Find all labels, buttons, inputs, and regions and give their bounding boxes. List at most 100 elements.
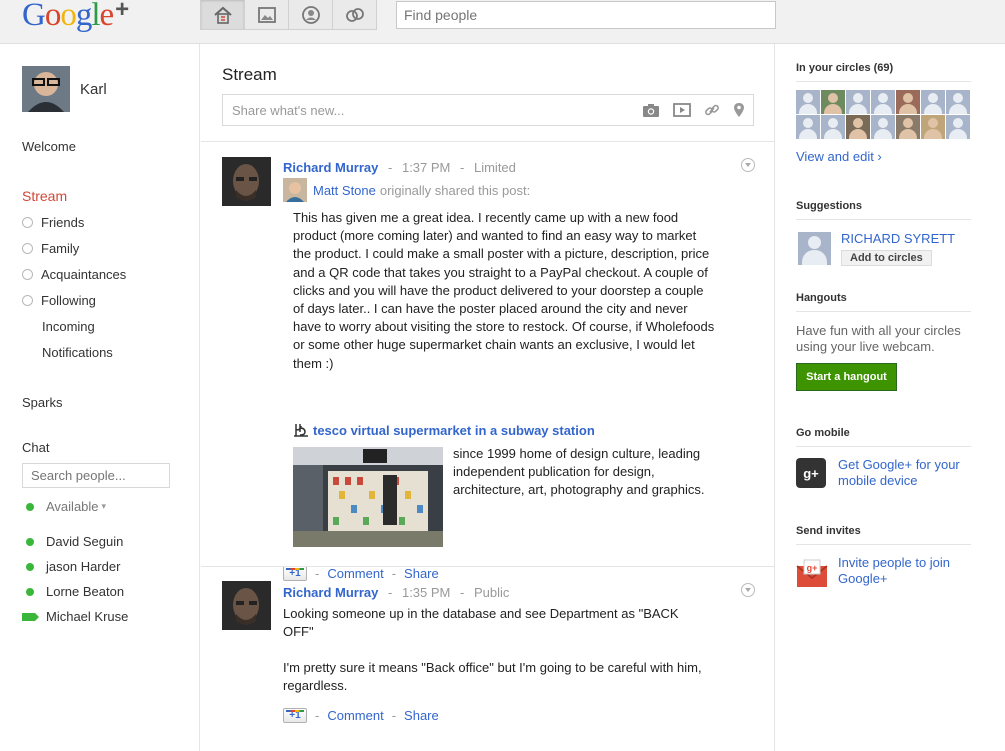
post-author-link[interactable]: Richard Murray [283, 160, 378, 175]
top-bar: Google+ [0, 0, 1005, 44]
post-time[interactable]: 1:37 PM [402, 160, 450, 175]
chat-contact[interactable]: David Seguin [26, 534, 123, 549]
separator: - [460, 160, 465, 175]
google-plus-logo[interactable]: Google+ [22, 0, 129, 33]
circles-icon [345, 7, 364, 22]
avatar[interactable] [796, 90, 820, 114]
circle-icon [22, 243, 33, 254]
chat-status-selector[interactable]: Available ▾ [26, 499, 106, 514]
share-box[interactable]: Share what's new... [222, 94, 754, 126]
start-hangout-button[interactable]: Start a hangout [796, 363, 897, 391]
nav-stream[interactable]: Stream [22, 188, 67, 204]
chat-contact[interactable]: jason Harder [26, 559, 120, 574]
view-edit-circles-link[interactable]: View and edit › [796, 149, 882, 164]
find-people-input[interactable] [396, 1, 776, 29]
share-link[interactable]: Share [404, 708, 439, 723]
status-online-icon [26, 587, 34, 596]
contact-name: jason Harder [46, 559, 121, 574]
invite-envelope-icon[interactable]: g+ [796, 558, 828, 588]
avatar[interactable] [921, 115, 945, 139]
reshare-note: originally shared this post: [379, 182, 531, 198]
nav-welcome[interactable]: Welcome [22, 139, 76, 154]
chat-search-input[interactable] [22, 463, 170, 488]
avatar[interactable] [896, 115, 920, 139]
nav-sparks[interactable]: Sparks [22, 395, 62, 410]
tab-photos[interactable] [244, 0, 289, 30]
avatar[interactable] [846, 115, 870, 139]
avatar[interactable] [896, 90, 920, 114]
divider [796, 219, 971, 220]
stream-column: Stream Share what's new... Richard Murra… [201, 44, 775, 751]
profile-name: Karl [80, 80, 107, 98]
circle-friends[interactable]: Friends [22, 215, 84, 230]
avatar[interactable] [222, 581, 271, 630]
circle-label: Family [41, 241, 80, 256]
avatar[interactable] [946, 90, 970, 114]
shared-link-title[interactable]: tesco virtual supermarket in a subway st… [313, 423, 595, 438]
contact-name: David Seguin [46, 534, 124, 549]
avatar[interactable] [796, 115, 820, 139]
chat-contact[interactable]: Michael Kruse [22, 609, 128, 624]
avatar[interactable] [222, 157, 271, 206]
post-body: Looking someone up in the database and s… [283, 606, 679, 640]
divider [796, 311, 971, 312]
video-icon[interactable] [673, 102, 691, 118]
divider [796, 446, 971, 447]
site-favicon-icon [294, 424, 308, 437]
post-visibility[interactable]: Public [474, 585, 509, 600]
circle-label: Following [41, 293, 96, 308]
page-title: Stream [222, 65, 277, 84]
location-pin-icon[interactable] [733, 102, 745, 118]
chevron-down-icon: ▾ [101, 501, 107, 511]
post-header: Richard Murray - 1:37 PM - Limited [283, 160, 516, 175]
avatar[interactable] [821, 90, 845, 114]
post-actions: +1 - Comment - Share [283, 708, 439, 723]
contact-name: Michael Kruse [46, 609, 129, 624]
avatar[interactable] [946, 115, 970, 139]
suggestion-name-link[interactable]: RICHARD SYRETT [841, 231, 955, 246]
avatar[interactable] [798, 232, 831, 265]
shared-link-thumbnail[interactable] [293, 447, 443, 547]
profile-summary[interactable]: Karl [22, 66, 107, 112]
invites-heading: Send invites [796, 525, 861, 537]
plus-one-label: +1 [289, 710, 301, 721]
invite-people-link[interactable]: Invite people to join Google+ [838, 555, 978, 587]
avatar[interactable] [871, 115, 895, 139]
reshared-author-link[interactable]: Matt Stone [313, 183, 376, 198]
avatar[interactable] [283, 178, 307, 202]
photos-icon [257, 6, 276, 23]
post-author-link[interactable]: Richard Murray [283, 585, 378, 600]
avatar[interactable] [821, 115, 845, 139]
add-to-circles-button[interactable]: Add to circles [841, 250, 932, 266]
profile-icon [301, 5, 320, 24]
chat-contact[interactable]: Lorne Beaton [26, 584, 124, 599]
plus-one-button[interactable]: +1 [283, 708, 307, 723]
post-options-chevron-icon[interactable] [741, 158, 755, 172]
tab-profile[interactable] [288, 0, 333, 30]
circle-acquaintances[interactable]: Acquaintances [22, 267, 126, 282]
shared-link-description: since 1999 home of design culture, leadi… [453, 446, 705, 497]
get-mobile-link[interactable]: Get Google+ for your mobile device [838, 457, 978, 489]
post-time[interactable]: 1:35 PM [402, 585, 450, 600]
nav-incoming[interactable]: Incoming [42, 319, 95, 334]
circle-icon [22, 269, 33, 280]
link-icon[interactable] [704, 102, 720, 118]
post-options-chevron-icon[interactable] [741, 583, 755, 597]
google-plus-mobile-icon[interactable]: g+ [796, 458, 826, 488]
shared-link[interactable]: tesco virtual supermarket in a subway st… [293, 422, 595, 438]
camera-icon[interactable] [642, 102, 660, 118]
status-online-icon [26, 562, 34, 571]
nav-notifications[interactable]: Notifications [42, 345, 113, 360]
avatar[interactable] [871, 90, 895, 114]
post-visibility[interactable]: Limited [474, 160, 516, 175]
divider [796, 81, 971, 82]
left-sidebar: Karl Welcome Stream Friends Family Acqua… [0, 44, 200, 751]
tab-home[interactable] [200, 0, 245, 30]
circle-family[interactable]: Family [22, 241, 79, 256]
circle-following[interactable]: Following [22, 293, 96, 308]
avatar[interactable] [921, 90, 945, 114]
tab-circles[interactable] [332, 0, 377, 30]
comment-link[interactable]: Comment [327, 708, 383, 723]
share-attachments [642, 102, 745, 118]
avatar[interactable] [846, 90, 870, 114]
